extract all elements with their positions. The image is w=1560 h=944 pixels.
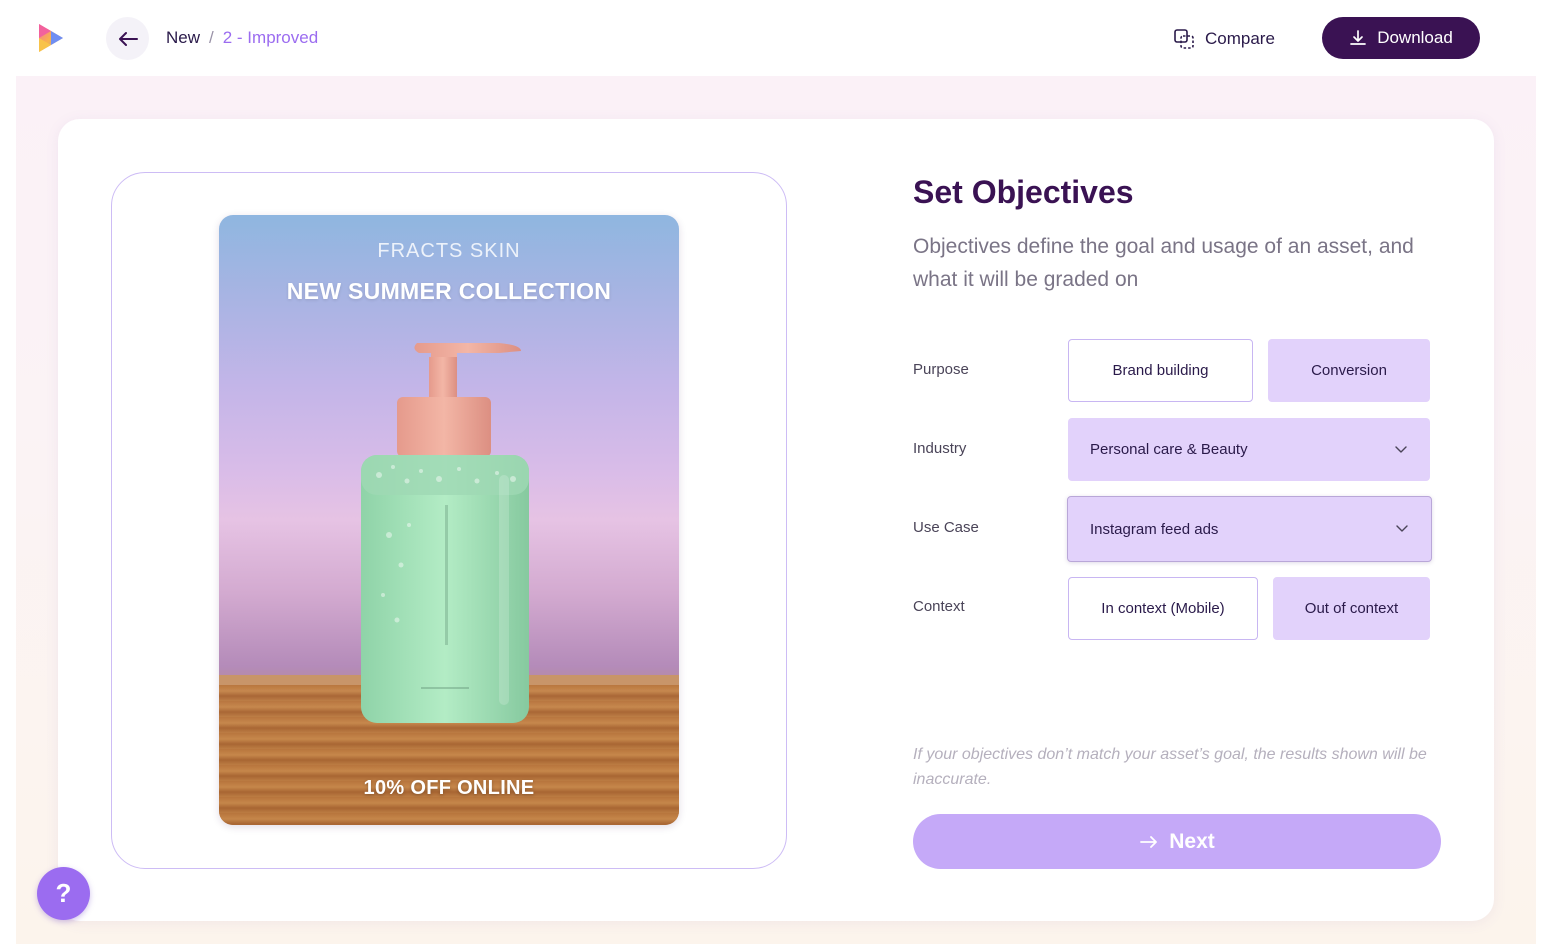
next-label: Next [1169, 829, 1215, 853]
purpose-option-conversion[interactable]: Conversion [1268, 339, 1430, 402]
context-option-in-context[interactable]: In context (Mobile) [1068, 577, 1258, 640]
download-button[interactable]: Download [1322, 17, 1480, 59]
ad-headline: NEW SUMMER COLLECTION [286, 278, 612, 304]
help-button[interactable]: ? [37, 867, 90, 920]
context-option-label: In context (Mobile) [1101, 600, 1225, 617]
use-case-select[interactable]: Instagram feed ads [1067, 496, 1432, 562]
panel-title: Set Objectives [913, 174, 1134, 210]
back-button[interactable] [106, 17, 149, 60]
industry-select-value: Personal care & Beauty [1090, 441, 1248, 458]
use-case-select-value: Instagram feed ads [1090, 520, 1219, 538]
breadcrumb-separator: / [209, 28, 214, 47]
help-icon: ? [55, 878, 72, 908]
compare-button[interactable]: Compare [1172, 24, 1275, 54]
ad-offer: 10% OFF ONLINE [363, 777, 535, 799]
arrow-right-icon [1140, 835, 1158, 848]
top-bar: New / 2 - Improved Compare Download [0, 0, 1560, 76]
compare-icon [1174, 29, 1194, 49]
panel-description: Objectives define the goal and usage of … [913, 235, 1414, 291]
download-icon [1350, 30, 1367, 45]
purpose-option-brand-building[interactable]: Brand building [1068, 339, 1253, 402]
breadcrumb-current: 2 - Improved [222, 28, 319, 47]
purpose-option-label: Conversion [1311, 362, 1387, 379]
purpose-label: Purpose [913, 361, 969, 378]
objectives-warning: If your objectives don’t match your asse… [913, 746, 1427, 788]
context-option-label: Out of context [1304, 600, 1399, 617]
product-bottle-image [361, 343, 529, 723]
use-case-label: Use Case [913, 519, 979, 536]
chevron-down-icon [1396, 525, 1408, 532]
ad-creative-image: FRACTS SKIN NEW SUMMER COLLECTION 10% OF… [219, 215, 679, 825]
download-label: Download [1377, 28, 1453, 47]
purpose-option-label: Brand building [1112, 362, 1209, 379]
breadcrumb: New / 2 - Improved [166, 28, 318, 48]
chevron-down-icon [1395, 445, 1407, 453]
context-option-out-of-context[interactable]: Out of context [1273, 577, 1430, 640]
ad-brand-name: FRACTS SKIN [377, 240, 521, 262]
arrow-left-icon [118, 31, 138, 46]
industry-select[interactable]: Personal care & Beauty [1068, 418, 1430, 481]
next-button[interactable]: Next [913, 814, 1441, 869]
app-logo-icon[interactable] [36, 22, 66, 54]
context-label: Context [913, 598, 965, 615]
breadcrumb-root[interactable]: New [166, 28, 200, 48]
compare-label: Compare [1205, 29, 1275, 48]
industry-label: Industry [913, 440, 967, 457]
